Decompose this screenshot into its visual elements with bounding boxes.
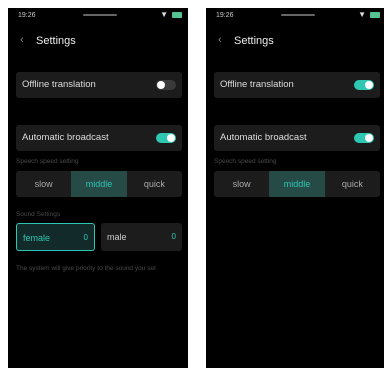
automatic-broadcast-label: Automatic broadcast (220, 132, 307, 143)
offline-translation-label: Offline translation (22, 79, 96, 90)
sound-settings-label: Sound Settings (16, 211, 61, 218)
speed-option-middle[interactable]: middle (71, 171, 127, 197)
status-time: 19:26 (18, 12, 36, 19)
sound-female-count: 0 (83, 233, 88, 242)
toggle-knob (365, 81, 373, 89)
notch-pill (281, 14, 315, 16)
phone-screen-left: 19:26 ▼ ‹ Settings Offline translation A… (8, 8, 188, 368)
offline-translation-toggle[interactable] (156, 80, 176, 90)
page-title: Settings (36, 35, 76, 47)
sound-male-label: male (107, 232, 127, 242)
status-time: 19:26 (216, 12, 234, 19)
back-icon[interactable]: ‹ (218, 34, 222, 46)
wifi-icon: ▼ (160, 10, 168, 19)
offline-translation-toggle[interactable] (354, 80, 374, 90)
speed-option-slow[interactable]: slow (214, 171, 269, 197)
status-bar: 19:26 ▼ (8, 8, 188, 22)
speed-option-quick[interactable]: quick (325, 171, 380, 197)
automatic-broadcast-row[interactable]: Automatic broadcast (16, 125, 182, 151)
speed-option-slow[interactable]: slow (16, 171, 71, 197)
speech-speed-selector: slow middle quick (16, 171, 182, 197)
speech-speed-label: Speech speed setting (16, 158, 79, 165)
offline-translation-row[interactable]: Offline translation (214, 72, 380, 98)
sound-option-female[interactable]: female 0 (16, 223, 95, 251)
sound-option-male[interactable]: male 0 (101, 223, 182, 251)
speech-speed-label: Speech speed setting (214, 158, 277, 165)
automatic-broadcast-label: Automatic broadcast (22, 132, 109, 143)
sound-priority-note: The system will give priority to the sou… (16, 265, 156, 272)
speed-option-middle[interactable]: middle (269, 171, 325, 197)
speed-option-quick[interactable]: quick (127, 171, 182, 197)
offline-translation-label: Offline translation (220, 79, 294, 90)
wifi-icon: ▼ (358, 10, 366, 19)
sound-female-label: female (23, 233, 51, 243)
sound-male-count: 0 (171, 232, 176, 241)
toggle-knob (157, 81, 165, 89)
automatic-broadcast-toggle[interactable] (156, 133, 176, 143)
toggle-knob (167, 134, 175, 142)
automatic-broadcast-row[interactable]: Automatic broadcast (214, 125, 380, 151)
back-icon[interactable]: ‹ (20, 34, 24, 46)
toggle-knob (365, 134, 373, 142)
speech-speed-selector: slow middle quick (214, 171, 380, 197)
battery-icon (172, 12, 182, 18)
automatic-broadcast-toggle[interactable] (354, 133, 374, 143)
page-title: Settings (234, 35, 274, 47)
offline-translation-row[interactable]: Offline translation (16, 72, 182, 98)
phone-screen-right: 19:26 ▼ ‹ Settings Offline translation A… (206, 8, 384, 368)
status-bar: 19:26 ▼ (206, 8, 384, 22)
notch-pill (83, 14, 117, 16)
battery-icon (370, 12, 380, 18)
